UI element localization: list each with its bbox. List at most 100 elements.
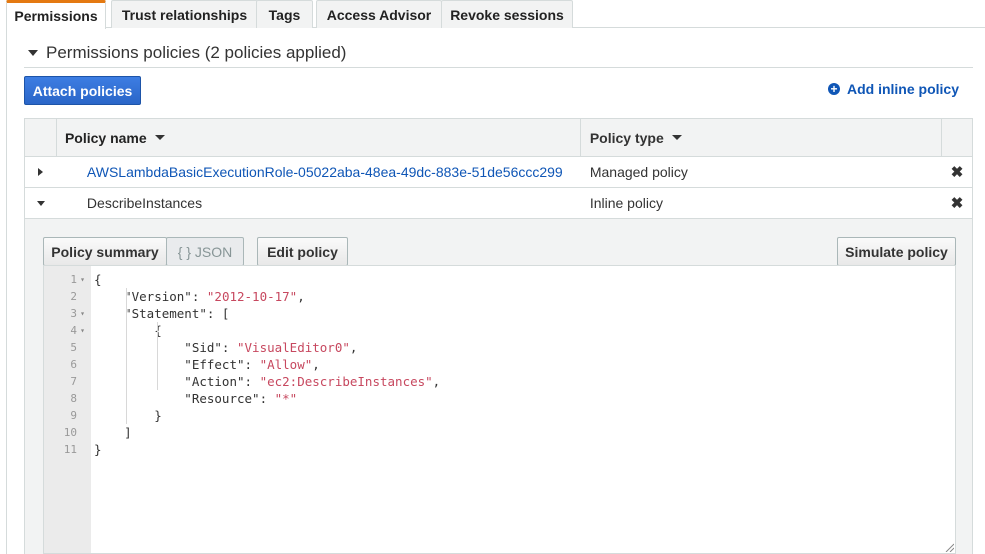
code-line: ] xyxy=(94,424,955,441)
code-line: { xyxy=(94,322,955,339)
left-border xyxy=(6,27,7,554)
sort-down-icon xyxy=(671,135,682,140)
code-text: "Sid": xyxy=(94,340,237,355)
add-inline-policy-link[interactable]: + Add inline policy xyxy=(827,81,959,97)
indent-guide xyxy=(126,288,127,424)
indent-guide xyxy=(157,322,158,390)
line-number-text: 1 xyxy=(70,273,77,286)
policies-table: Policy name Policy type AWSLambdaBasicEx… xyxy=(24,118,973,219)
collapse-caret-icon[interactable] xyxy=(28,49,38,56)
line-number-text: 7 xyxy=(70,375,77,388)
line-number: 10 xyxy=(44,424,91,441)
sort-down-icon xyxy=(154,135,165,140)
policy-summary-button[interactable]: Policy summary xyxy=(43,237,167,266)
json-code-editor[interactable]: 1 ▾ 2 3 ▾ 4 ▾ 5 6 7 8 9 10 11 { "Version": "2012-10-1… xyxy=(43,265,956,554)
code-line: } xyxy=(94,407,955,424)
section-title: Permissions policies (2 policies applied… xyxy=(46,42,347,62)
fold-arrow-icon[interactable]: ▾ xyxy=(79,275,86,284)
tab-bar: Permissions Trust relationships Tags Acc… xyxy=(6,0,985,29)
code-line: { xyxy=(94,271,955,288)
code-text: } xyxy=(94,442,102,457)
line-number: 11 xyxy=(44,441,91,458)
code-text: , xyxy=(297,289,305,304)
code-area[interactable]: { "Version": "2012-10-17", "Statement": … xyxy=(91,266,955,553)
code-text: } xyxy=(94,408,162,423)
remove-policy-icon[interactable]: ✖ xyxy=(951,165,964,180)
tab-revoke-sessions[interactable]: Revoke sessions xyxy=(441,0,573,28)
code-line: "Effect": "Allow", xyxy=(94,356,955,373)
header-expand-col xyxy=(25,119,57,156)
line-number-text: 9 xyxy=(70,409,77,422)
line-number-text: 11 xyxy=(63,443,77,456)
line-number: 6 xyxy=(44,356,91,373)
code-line: "Action": "ec2:DescribeInstances", xyxy=(94,373,955,390)
policy-name: DescribeInstances xyxy=(86,195,203,211)
code-text: , xyxy=(432,374,441,389)
expand-row-toggle[interactable] xyxy=(25,168,57,176)
policy-type: Inline policy xyxy=(589,195,663,211)
table-row: DescribeInstances Inline policy ✖ xyxy=(25,188,972,219)
header-policy-name[interactable]: Policy name xyxy=(57,119,581,156)
code-string: "2012-10-17" xyxy=(206,289,298,304)
policy-detail-panel: Policy summary { } JSON Edit policy Simu… xyxy=(24,219,973,554)
code-text: "Version": xyxy=(94,289,207,304)
permissions-section-header[interactable]: Permissions policies (2 policies applied… xyxy=(24,38,973,68)
code-string: "Allow" xyxy=(259,357,313,372)
plus-circle-icon: + xyxy=(827,83,840,95)
tab-permissions[interactable]: Permissions xyxy=(6,0,106,29)
code-line: "Version": "2012-10-17", xyxy=(94,288,955,305)
tab-trust-relationships[interactable]: Trust relationships xyxy=(111,0,258,28)
line-number: 3 ▾ xyxy=(44,305,91,322)
line-number: 7 xyxy=(44,373,91,390)
code-string: "ec2:DescribeInstances" xyxy=(259,374,433,389)
caret-down-icon xyxy=(36,200,45,206)
code-string: "VisualEditor0" xyxy=(237,340,350,355)
code-line: "Sid": "VisualEditor0", xyxy=(94,339,955,356)
attach-policies-button[interactable]: Attach policies xyxy=(24,76,141,105)
caret-right-icon xyxy=(38,168,44,176)
header-policy-name-label: Policy name xyxy=(64,129,147,146)
table-header: Policy name Policy type xyxy=(25,119,972,157)
header-actions-col xyxy=(942,119,972,156)
tab-tags[interactable]: Tags xyxy=(256,0,313,28)
policy-type: Managed policy xyxy=(589,164,688,180)
code-text: "Action": xyxy=(94,374,260,389)
line-number-gutter: 1 ▾ 2 3 ▾ 4 ▾ 5 6 7 8 9 10 11 xyxy=(44,266,91,553)
code-text: { xyxy=(94,323,162,338)
fold-arrow-icon[interactable]: ▾ xyxy=(79,309,86,318)
line-number: 4 ▾ xyxy=(44,322,91,339)
remove-policy-icon[interactable]: ✖ xyxy=(951,196,964,211)
line-number: 8 xyxy=(44,390,91,407)
resize-handle-icon[interactable] xyxy=(944,542,954,552)
collapse-row-toggle[interactable] xyxy=(25,200,57,206)
policy-name-link[interactable]: AWSLambdaBasicExecutionRole-05022aba-48e… xyxy=(57,164,581,180)
edit-policy-button[interactable]: Edit policy xyxy=(257,237,348,266)
simulate-policy-button[interactable]: Simulate policy xyxy=(837,237,956,266)
code-string: "*" xyxy=(274,391,298,406)
fold-arrow-icon[interactable]: ▾ xyxy=(79,326,86,335)
add-inline-policy-label: Add inline policy xyxy=(846,81,959,97)
code-line: } xyxy=(94,441,955,458)
line-number-text: 10 xyxy=(63,426,77,439)
header-policy-type-label: Policy type xyxy=(589,129,664,146)
line-number: 9 xyxy=(44,407,91,424)
code-text: , xyxy=(349,340,358,355)
line-number: 2 xyxy=(44,288,91,305)
line-number-text: 3 xyxy=(70,307,77,320)
tab-access-advisor[interactable]: Access Advisor xyxy=(316,0,442,28)
line-number-text: 6 xyxy=(70,358,77,371)
line-number-text: 4 xyxy=(70,324,77,337)
code-line: "Statement": [ xyxy=(94,305,955,322)
line-number-text: 2 xyxy=(70,290,77,303)
json-view-button[interactable]: { } JSON xyxy=(166,237,244,266)
line-number: 1 ▾ xyxy=(44,271,91,288)
code-text: "Resource": xyxy=(94,391,275,406)
table-row: AWSLambdaBasicExecutionRole-05022aba-48e… xyxy=(25,157,972,188)
line-number: 5 xyxy=(44,339,91,356)
line-number-text: 8 xyxy=(70,392,77,405)
code-text: , xyxy=(312,357,320,372)
code-text: "Effect": xyxy=(94,357,260,372)
header-policy-type[interactable]: Policy type xyxy=(581,119,943,156)
code-text: ] xyxy=(94,425,132,440)
code-text: "Statement": [ xyxy=(94,306,230,321)
